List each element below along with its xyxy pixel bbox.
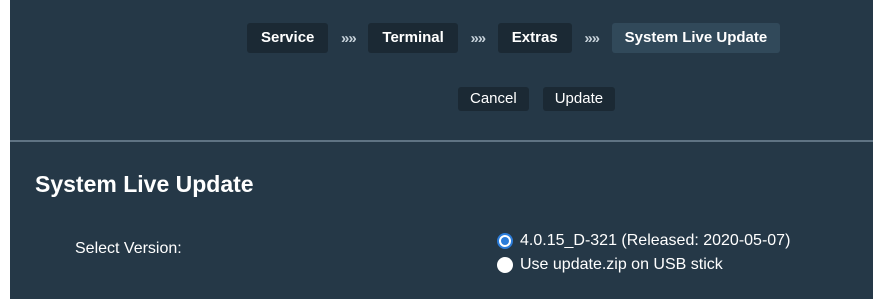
header: Service »» Terminal »» Extras »» System … xyxy=(10,0,873,140)
action-bar: Cancel Update xyxy=(458,87,616,111)
breadcrumb-separator-icon: »» xyxy=(470,29,486,47)
cancel-button[interactable]: Cancel xyxy=(458,87,529,111)
breadcrumb-extras[interactable]: Extras xyxy=(497,23,572,53)
breadcrumb-service[interactable]: Service xyxy=(247,23,329,53)
version-options: 4.0.15_D-321 (Released: 2020-05-07) Use … xyxy=(497,229,790,277)
page-title: System Live Update xyxy=(35,171,254,197)
version-option-release[interactable]: 4.0.15_D-321 (Released: 2020-05-07) xyxy=(497,229,790,253)
update-button[interactable]: Update xyxy=(542,87,616,111)
radio-unselected-icon[interactable] xyxy=(497,257,513,273)
breadcrumb: Service »» Terminal »» Extras »» System … xyxy=(247,23,781,53)
content-panel: System Live Update Select Version: 4.0.1… xyxy=(10,142,873,299)
version-option-usb-label: Use update.zip on USB stick xyxy=(520,256,723,273)
version-option-usb[interactable]: Use update.zip on USB stick xyxy=(497,253,790,277)
breadcrumb-system-live-update: System Live Update xyxy=(611,23,781,53)
app-frame: Service »» Terminal »» Extras »» System … xyxy=(10,0,873,299)
version-option-release-label: 4.0.15_D-321 (Released: 2020-05-07) xyxy=(520,232,791,249)
breadcrumb-separator-icon: »» xyxy=(584,29,600,47)
breadcrumb-separator-icon: »» xyxy=(341,29,357,47)
select-version-label: Select Version: xyxy=(75,240,182,257)
radio-selected-icon[interactable] xyxy=(497,233,513,249)
breadcrumb-terminal[interactable]: Terminal xyxy=(368,23,458,53)
